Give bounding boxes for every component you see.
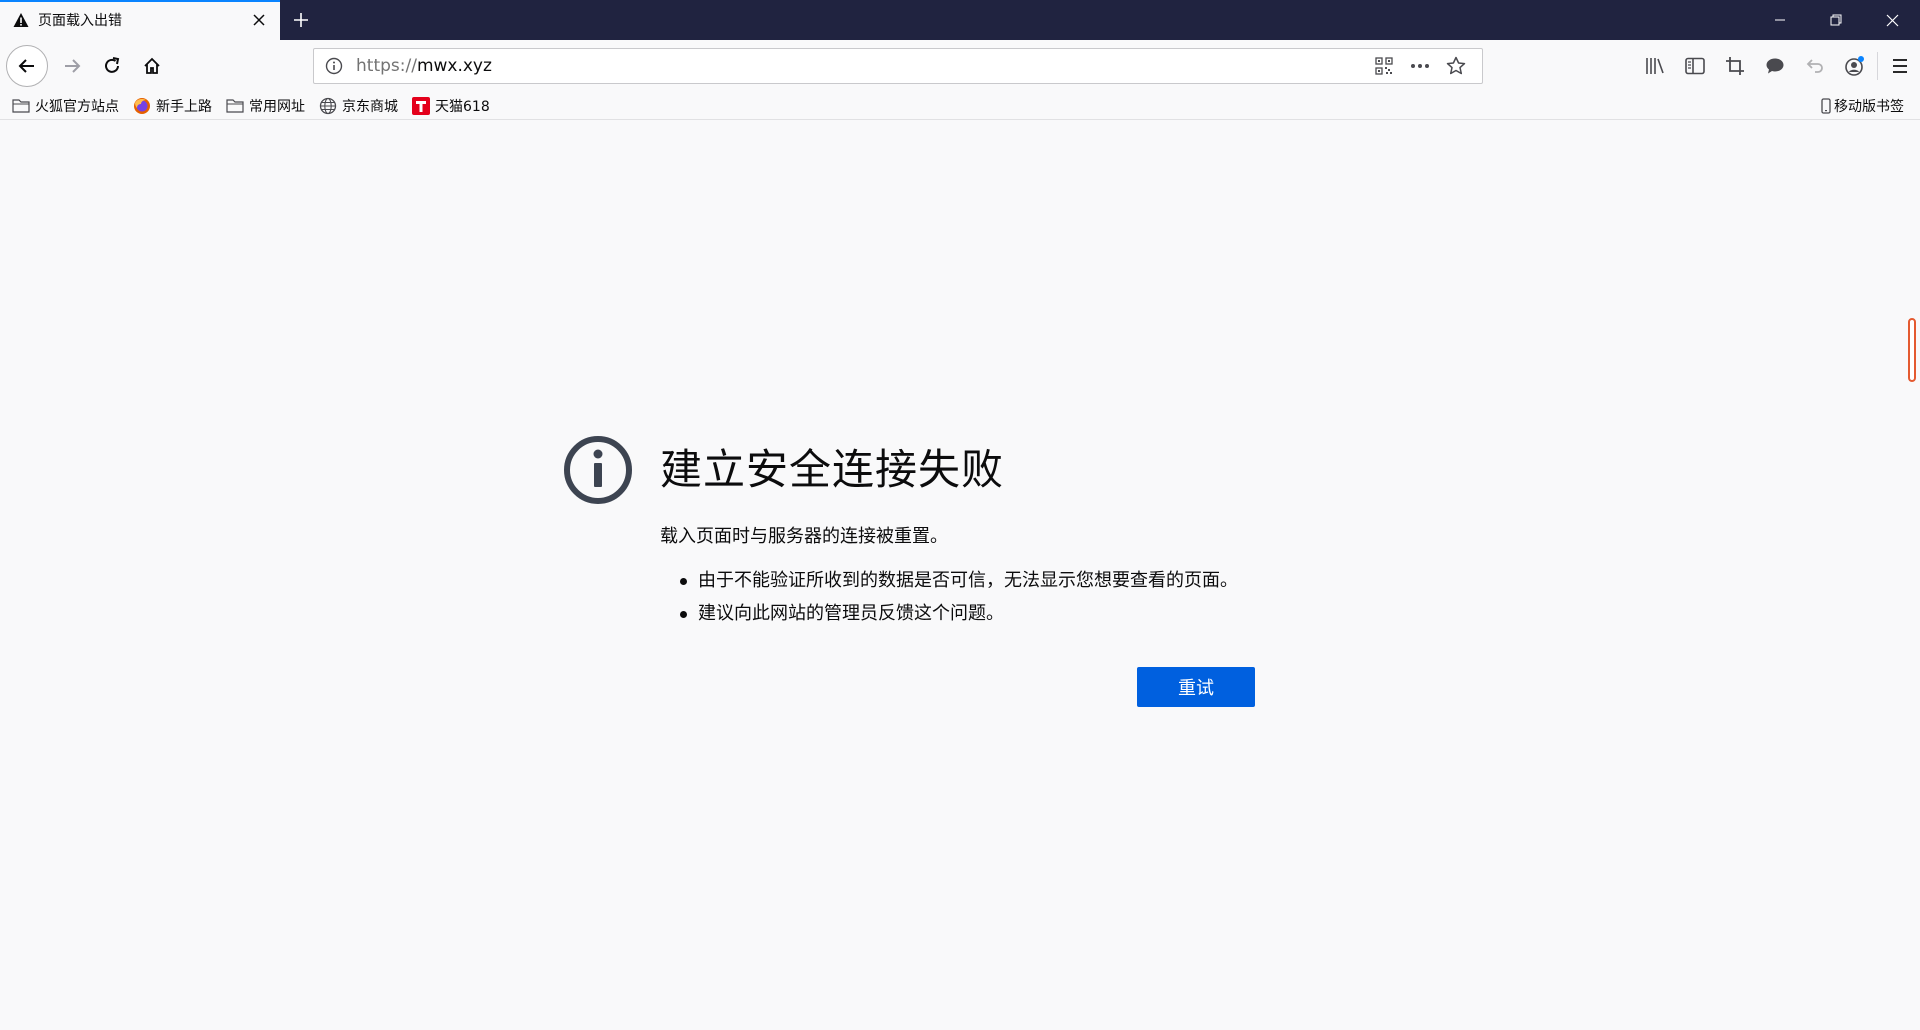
back-button[interactable] [6, 45, 48, 87]
tab-strip: 页面载入出错 [0, 0, 1920, 40]
globe-icon [319, 97, 337, 115]
minimize-button[interactable] [1752, 0, 1808, 40]
bookmark-label: 京东商城 [342, 98, 398, 115]
library-icon [1646, 58, 1664, 74]
home-button[interactable] [132, 46, 172, 86]
toolbar-separator [1877, 52, 1878, 80]
bookmark-item[interactable]: 新手上路 [133, 94, 212, 118]
sidebar-button[interactable] [1675, 46, 1715, 86]
bookmarks-toolbar: 火狐官方站点 新手上路 常用网址 京东商城 天猫618 移动版书签 [0, 92, 1920, 120]
star-icon [1446, 56, 1466, 75]
reload-button[interactable] [92, 46, 132, 86]
toolbar-right [1635, 46, 1920, 86]
url-bar[interactable]: https://mwx.xyz [313, 48, 1483, 84]
error-details-list: 由于不能验证所收到的数据是否可信，无法显示您想要查看的页面。 建议向此网站的管理… [660, 564, 1238, 630]
undo-close-button[interactable] [1795, 46, 1835, 86]
reload-icon [105, 57, 120, 73]
undo-icon [1806, 59, 1823, 73]
list-item: 建议向此网站的管理员反馈这个问题。 [660, 597, 1238, 630]
warning-icon [12, 11, 30, 29]
retry-button[interactable]: 重试 [1137, 667, 1255, 707]
list-item: 由于不能验证所收到的数据是否可信，无法显示您想要查看的页面。 [660, 564, 1238, 597]
tmall-icon [412, 96, 430, 115]
menu-button[interactable] [1880, 46, 1920, 86]
mobile-bookmarks[interactable]: 移动版书签 [1820, 94, 1904, 118]
close-window-button[interactable] [1864, 0, 1920, 40]
restore-button[interactable] [1808, 0, 1864, 40]
error-title: 建立安全连接失败 [660, 445, 1005, 494]
back-arrow-icon [18, 59, 34, 73]
close-tab-icon[interactable] [248, 9, 270, 31]
navigation-toolbar: https://mwx.xyz [0, 40, 1920, 92]
firefox-icon [133, 97, 151, 115]
library-button[interactable] [1635, 46, 1675, 86]
site-info-icon[interactable] [324, 56, 344, 76]
tab-active[interactable]: 页面载入出错 [0, 0, 280, 40]
bookmark-label: 火狐官方站点 [35, 98, 119, 115]
mobile-phone-icon [1820, 97, 1832, 115]
crop-icon [1726, 57, 1744, 75]
more-dots-icon [1411, 64, 1429, 68]
bookmark-label: 新手上路 [156, 98, 212, 115]
folder-icon [12, 97, 30, 115]
screenshot-button[interactable] [1715, 46, 1755, 86]
url-scheme: https:// [356, 56, 417, 76]
bookmark-item[interactable]: 常用网址 [226, 94, 305, 118]
bookmark-item[interactable]: 火狐官方站点 [12, 94, 119, 118]
home-icon [144, 57, 160, 74]
error-description: 载入页面时与服务器的连接被重置。 [660, 526, 948, 547]
url-host: mwx.xyz [416, 56, 492, 76]
chat-bubble-icon [1766, 58, 1784, 74]
forward-button[interactable] [52, 46, 92, 86]
info-icon [563, 435, 633, 505]
hamburger-menu-icon [1893, 59, 1907, 73]
qr-code-button[interactable] [1366, 51, 1402, 81]
account-icon [1845, 56, 1864, 76]
mobile-bookmarks-label: 移动版书签 [1834, 98, 1904, 115]
sidebar-icon [1685, 57, 1705, 75]
bookmark-item[interactable]: 京东商城 [319, 94, 398, 118]
titlebar-drag-area [322, 0, 1752, 40]
scroll-indicator[interactable] [1908, 318, 1916, 382]
folder-icon [226, 97, 244, 115]
bookmark-item[interactable]: 天猫618 [412, 94, 490, 118]
page-actions-button[interactable] [1402, 51, 1438, 81]
account-button[interactable] [1835, 46, 1875, 86]
chat-button[interactable] [1755, 46, 1795, 86]
bookmark-label: 天猫618 [435, 98, 490, 115]
tab-title: 页面载入出错 [38, 13, 122, 29]
qr-code-icon [1375, 57, 1393, 75]
bookmark-star-button[interactable] [1438, 51, 1474, 81]
forward-arrow-icon [65, 59, 81, 73]
new-tab-button[interactable] [280, 0, 322, 40]
url-text[interactable]: https://mwx.xyz [356, 56, 1366, 76]
bookmark-label: 常用网址 [249, 98, 305, 115]
